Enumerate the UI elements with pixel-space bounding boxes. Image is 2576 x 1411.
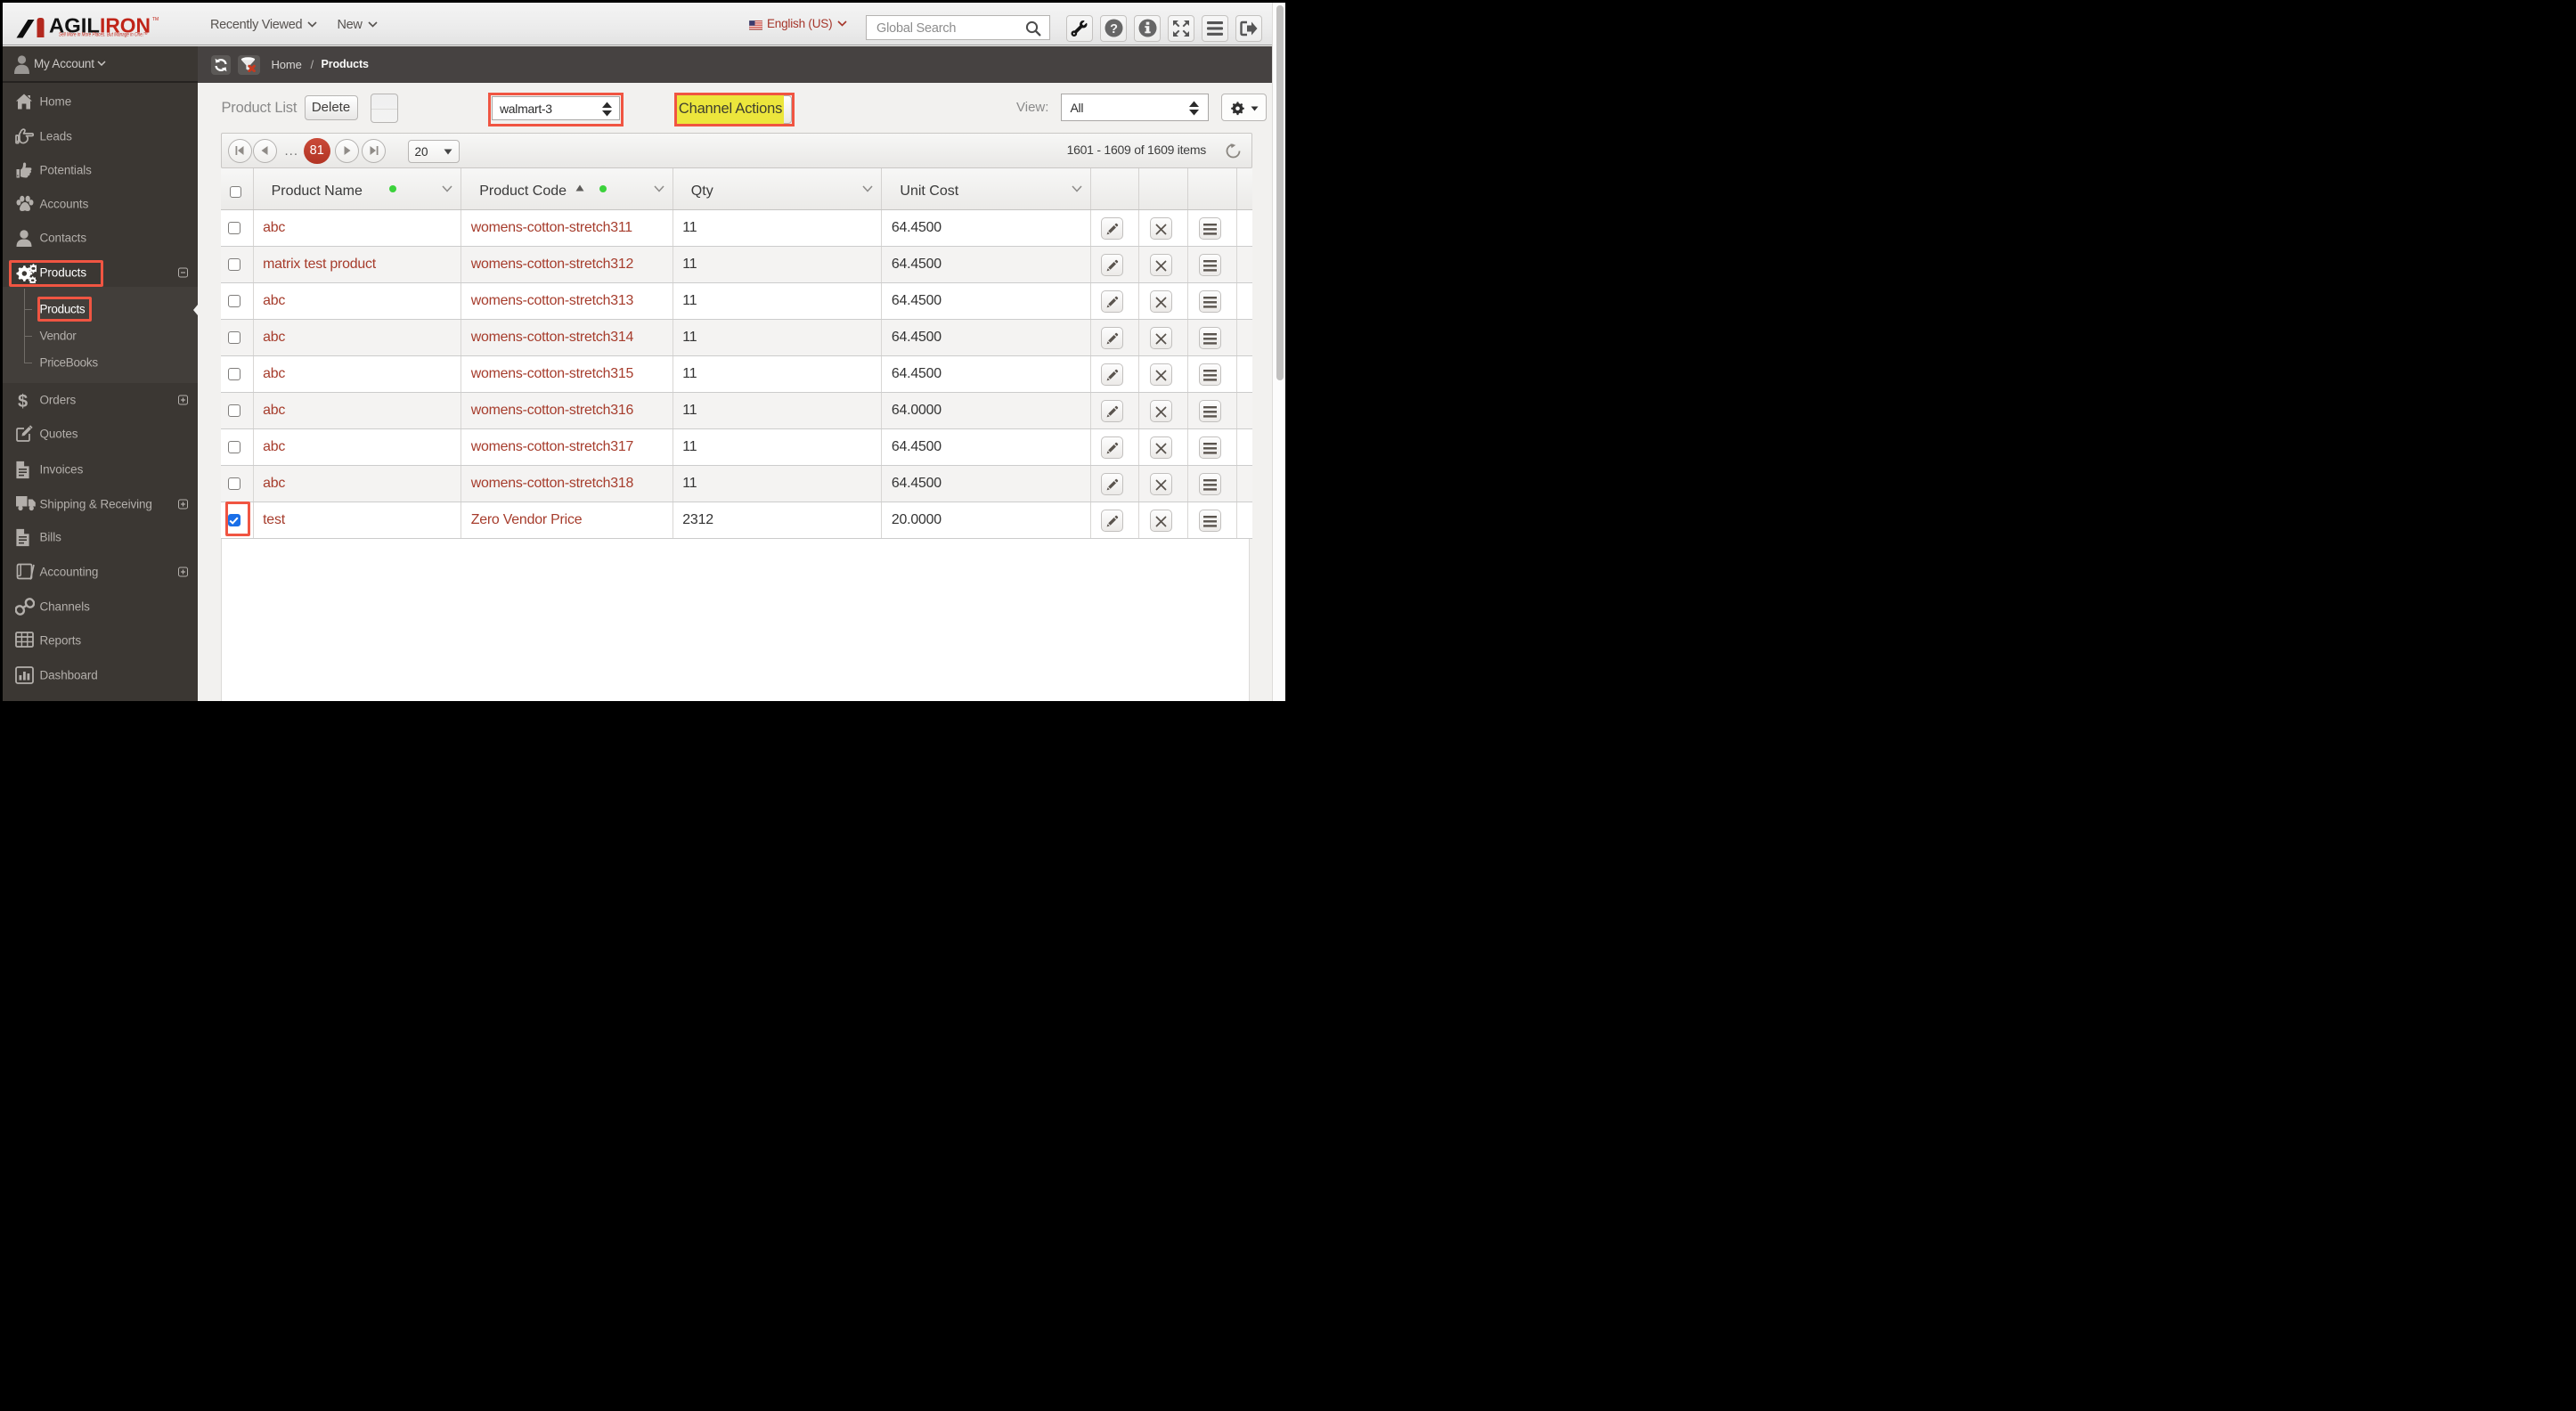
svg-text:TM: TM [152,17,159,22]
svg-text:$: $ [18,392,28,411]
svg-text:?: ? [1110,22,1118,37]
